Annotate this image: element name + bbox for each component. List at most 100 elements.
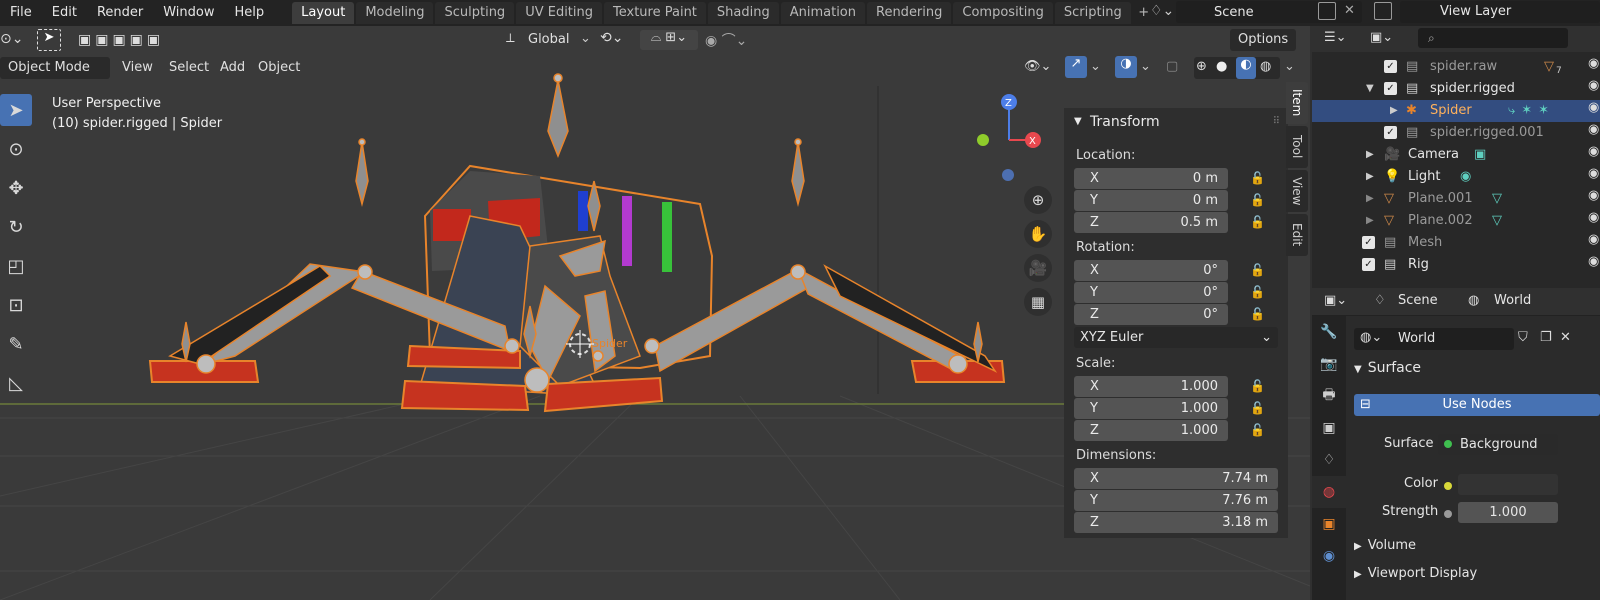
surface-panel-header[interactable]: ▼ Surface	[1354, 360, 1421, 376]
annotate-tool-icon[interactable]: ✎	[0, 328, 32, 360]
editor-type-icon[interactable]: ▣⌄	[1324, 293, 1347, 308]
mode-selector[interactable]: Object Mode	[0, 57, 110, 79]
render-tab-icon[interactable]: 📷	[1312, 348, 1346, 380]
outliner-row-spider-raw[interactable]: ✓ ▤ spider.raw ▽ 7	[1312, 56, 1600, 78]
checkbox-icon[interactable]: ✓	[1362, 258, 1375, 271]
outliner-row-plane-002[interactable]: ▶ ▽ Plane.002 ▽	[1312, 210, 1600, 232]
menu-view[interactable]: View	[116, 57, 159, 79]
world-tab-icon[interactable]: ◍	[1312, 476, 1346, 508]
outliner-row-rig[interactable]: ✓ ▤ Rig	[1312, 254, 1600, 276]
zoom-icon[interactable]: ⊕	[1024, 186, 1052, 214]
view-layer-icon[interactable]	[1374, 2, 1392, 20]
3d-viewport[interactable]: Spider Z X ⊙⌄ ➤ ▣▣▣▣▣ ⟂ Global ⌄ ⟲⌄ ⌓ ⊞⌄…	[0, 26, 1310, 600]
overlay-toggle-icon[interactable]: ◑	[1115, 56, 1137, 78]
expand-caret-icon[interactable]: ▶	[1366, 210, 1374, 232]
lock-icon[interactable]: 🔓	[1250, 171, 1266, 185]
volume-panel-header[interactable]: ▶ Volume	[1354, 538, 1416, 553]
modifier-tab-icon[interactable]: ◉	[1312, 540, 1346, 572]
world-selector[interactable]: ◍⌄ World	[1354, 328, 1514, 350]
scene-tab-icon[interactable]: ♢	[1312, 444, 1346, 476]
pivot-point-icon[interactable]: ⟲⌄	[600, 30, 623, 46]
transform-tool-icon[interactable]: ⊡	[0, 289, 32, 321]
checkbox-icon[interactable]: ✓	[1384, 82, 1397, 95]
menu-object[interactable]: Object	[252, 57, 306, 79]
scale-y-field[interactable]: Y 1.000	[1074, 398, 1228, 419]
tab-edit[interactable]: Edit	[1286, 214, 1308, 256]
rotation-z-field[interactable]: Z 0°	[1074, 304, 1228, 325]
eye-icon[interactable]: ◉	[1588, 100, 1600, 122]
visibility-icon[interactable]: 👁⌄	[1024, 59, 1051, 74]
lock-icon[interactable]: 🔓	[1250, 215, 1266, 229]
dimensions-y-field[interactable]: Y 7.76 m	[1074, 490, 1278, 511]
measure-tool-icon[interactable]: ◺	[0, 367, 32, 399]
lock-icon[interactable]: 🔓	[1250, 401, 1266, 415]
scene-icon[interactable]: ♢⌄	[1150, 3, 1176, 19]
rendered-shading-icon[interactable]: ◍	[1260, 59, 1271, 74]
proportional-editing-icon[interactable]: ◉ ⌒⌄	[705, 30, 747, 50]
location-x-field[interactable]: X 0 m	[1074, 168, 1228, 189]
pan-hand-icon[interactable]: ✋	[1024, 220, 1052, 248]
dimensions-x-field[interactable]: X 7.74 m	[1074, 468, 1278, 489]
eye-icon[interactable]: ◉	[1588, 144, 1600, 166]
tab-texture-paint[interactable]: Texture Paint	[604, 2, 706, 24]
move-tool-icon[interactable]: ✥	[0, 172, 32, 204]
scene-breadcrumb[interactable]: Scene	[1398, 293, 1438, 308]
menu-window[interactable]: Window	[153, 0, 224, 26]
rotate-tool-icon[interactable]: ↻	[0, 211, 32, 243]
select-tool-icon[interactable]: ➤	[0, 94, 32, 126]
fake-user-shield-icon[interactable]: ⛉	[1518, 330, 1528, 345]
gizmo-toggle-icon[interactable]: ↗	[1065, 56, 1087, 78]
rotation-x-field[interactable]: X 0°	[1074, 260, 1228, 281]
unlink-icon[interactable]: ✕	[1560, 330, 1571, 345]
snap-toggle-icon[interactable]: ⌓ ⊞⌄	[640, 30, 698, 50]
close-icon[interactable]: ✕	[1344, 3, 1355, 18]
scale-z-field[interactable]: Z 1.000	[1074, 420, 1228, 441]
tab-item[interactable]: Item	[1286, 82, 1308, 124]
tab-tool[interactable]: Tool	[1286, 126, 1308, 168]
tab-uv-editing[interactable]: UV Editing	[516, 2, 603, 24]
chevron-down-icon[interactable]: ⌄	[1284, 59, 1295, 74]
transform-orientation-dropdown[interactable]: Global	[522, 29, 575, 51]
tab-rendering[interactable]: Rendering	[867, 2, 952, 24]
lock-icon[interactable]: 🔓	[1250, 379, 1266, 393]
camera-view-icon[interactable]: 🎥	[1024, 254, 1052, 282]
lock-icon[interactable]: 🔓	[1250, 423, 1266, 437]
cursor-tool-icon[interactable]: ⊙	[0, 133, 32, 165]
object-tab-icon[interactable]: ▣	[1312, 508, 1346, 540]
tab-modeling[interactable]: Modeling	[356, 2, 434, 24]
view-layer-selector[interactable]: View Layer	[1400, 1, 1600, 23]
checkbox-icon[interactable]: ✓	[1384, 60, 1397, 73]
use-nodes-button[interactable]: ⊟ Use Nodes	[1354, 394, 1600, 416]
expand-caret-icon[interactable]: ▶	[1366, 166, 1374, 188]
chevron-down-icon[interactable]: ⌄	[1140, 59, 1151, 74]
outliner-row-mesh[interactable]: ✓ ▤ Mesh	[1312, 232, 1600, 254]
surface-shader-selector[interactable]: Background	[1438, 434, 1558, 455]
eye-icon[interactable]: ◉	[1588, 56, 1600, 78]
viewport-display-panel-header[interactable]: ▶ Viewport Display	[1354, 566, 1477, 581]
duplicate-icon[interactable]: ❐	[1540, 330, 1552, 345]
outliner-search-input[interactable]: ⌕	[1418, 28, 1568, 48]
transform-panel-header[interactable]: ▼ Transform ⠿	[1064, 108, 1288, 136]
eye-icon[interactable]: ◉	[1588, 122, 1600, 144]
lock-icon[interactable]: 🔓	[1250, 193, 1266, 207]
outliner-row-spider[interactable]: ▶ ✱ Spider ⤷✶✶	[1312, 100, 1600, 122]
display-mode-icon[interactable]: ☰⌄	[1324, 30, 1347, 45]
menu-add[interactable]: Add	[214, 57, 251, 79]
expand-caret-icon[interactable]: ▼	[1366, 78, 1374, 100]
scale-x-field[interactable]: X 1.000	[1074, 376, 1228, 397]
tab-shading[interactable]: Shading	[707, 2, 779, 24]
dimensions-z-field[interactable]: Z 3.18 m	[1074, 512, 1278, 533]
tool-tab-icon[interactable]: 🔧	[1312, 316, 1346, 348]
output-tab-icon[interactable]: 🖶	[1312, 380, 1346, 412]
eye-icon[interactable]: ◉	[1588, 188, 1600, 210]
tab-animation[interactable]: Animation	[780, 2, 865, 24]
lock-icon[interactable]: 🔓	[1250, 307, 1266, 321]
filter-icon[interactable]: ▣⌄	[1370, 30, 1393, 45]
view-layer-tab-icon[interactable]: ▣	[1312, 412, 1346, 444]
menu-help[interactable]: Help	[225, 0, 275, 26]
tab-scripting[interactable]: Scripting	[1054, 2, 1131, 24]
outliner-row-plane-001[interactable]: ▶ ▽ Plane.001 ▽	[1312, 188, 1600, 210]
location-z-field[interactable]: Z 0.5 m	[1074, 212, 1228, 233]
selection-mode-icons[interactable]: ▣▣▣▣▣	[78, 32, 164, 48]
color-swatch[interactable]	[1458, 474, 1558, 495]
